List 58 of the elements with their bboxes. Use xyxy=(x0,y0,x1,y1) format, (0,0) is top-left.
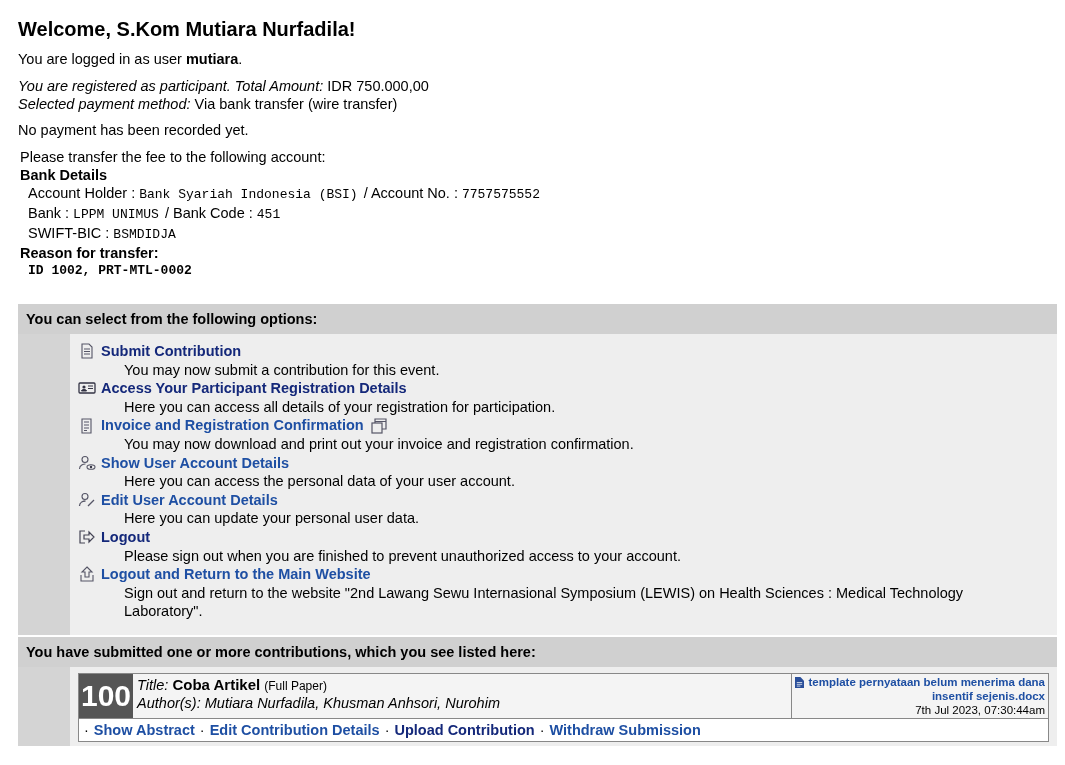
contribution-action-link[interactable]: Withdraw Submission xyxy=(549,720,701,739)
field-value: BSMDIDJA xyxy=(113,226,176,244)
option-link[interactable]: Submit Contribution xyxy=(101,342,242,361)
field-label: SWIFT-BIC : xyxy=(28,224,110,242)
upload-arrow-icon xyxy=(78,566,96,583)
reason-value: ID 1002, PRT-MTL-0002 xyxy=(27,262,193,280)
option-description: Here you can access all details of your registration for participation. xyxy=(123,397,557,417)
option-description: Here you can access the personal data of your user account. xyxy=(123,472,516,491)
option-link[interactable]: Invoice and Registration Confirmation xyxy=(101,416,364,435)
option-link[interactable]: Edit User Account Details xyxy=(101,490,278,510)
arrow-right-icon xyxy=(78,529,96,546)
option-description: Sign out and return to the website "2nd Lawang Sewu Internasional Symposium (LEWIS) on Health Sciences : Medical Technology Laboratory". xyxy=(123,583,965,621)
separator-dot: · xyxy=(84,720,89,739)
field-label: / Account No. : xyxy=(363,184,458,202)
payment-status-text: No payment has been recorded yet. xyxy=(18,121,250,139)
field-label: Account Holder : xyxy=(28,184,136,202)
section-header: You can select from the following options: xyxy=(18,302,1057,334)
contribution-action-link[interactable]: Upload Contribution xyxy=(394,720,535,739)
document-icon xyxy=(78,343,96,360)
separator-dot: · xyxy=(384,720,390,739)
contribution-action-link[interactable]: Edit Contribution Details xyxy=(209,720,380,739)
option-description: You may now submit a contribution for this event. xyxy=(123,360,441,380)
contribution-title: Coba Artikel xyxy=(172,675,261,693)
registration-text: You are registered as participant. Total Amount: IDR 750.000,00 xyxy=(18,77,430,95)
option-description: Here you can update your personal user data. xyxy=(123,509,421,528)
option-description: You may now download and print out your invoice and registration confirmation. xyxy=(123,434,635,454)
file-icon xyxy=(795,676,804,688)
transfer-instruction: Please transfer the fee to the following account: xyxy=(20,148,327,166)
bank-details-heading: Bank Details xyxy=(20,166,109,184)
option-link[interactable]: Access Your Participant Registration Details xyxy=(101,379,407,398)
new-window-icon[interactable] xyxy=(370,417,387,434)
contribution-action-link[interactable]: Show Abstract xyxy=(93,720,195,739)
welcome-heading: Welcome, S.Kom Mutiara Nurfadila! xyxy=(18,17,357,41)
separator-dot: · xyxy=(199,720,205,739)
contribution-number: 100 xyxy=(79,673,134,718)
option-link[interactable]: Logout xyxy=(101,527,151,547)
field-label: Bank : xyxy=(28,204,70,222)
submission-date: 7th Jul 2023, 07:30:44am xyxy=(914,702,1045,717)
field-value: Bank Syariah Indonesia (BSI) xyxy=(139,186,358,204)
option-link[interactable]: Logout and Return to the Main Website xyxy=(101,565,371,584)
reason-heading: Reason for transfer: xyxy=(20,244,160,262)
field-label: / Bank Code : xyxy=(164,204,253,222)
title-label: Title: xyxy=(137,676,169,693)
registration-text: Selected payment method: Via bank transfer (wire transfer) xyxy=(18,95,399,113)
field-value: 451 xyxy=(256,206,281,224)
field-value: 7757575552 xyxy=(461,186,540,204)
option-link[interactable]: Show User Account Details xyxy=(101,453,289,473)
user-pencil-icon xyxy=(78,492,96,509)
id-card-icon xyxy=(78,380,96,397)
login-text: You are logged in as user mutiara. xyxy=(18,50,244,68)
author-list: Author(s): Mutiara Nurfadila, Khusman Anhsori, Nurohim xyxy=(137,694,787,712)
separator-dot: · xyxy=(539,720,545,739)
section-header: You have submitted one or more contributions, which you see listed here: xyxy=(18,634,1057,667)
contribution-type: (Full Paper) xyxy=(264,678,327,693)
file-link[interactable]: template pernyataan belum menerima dana insentif sejenis.docx xyxy=(808,674,1045,703)
field-value: LPPM UNIMUS xyxy=(73,206,159,224)
option-description: Please sign out when you are finished to prevent unauthorized access to your account. xyxy=(123,546,682,566)
user-eye-icon xyxy=(78,454,96,471)
